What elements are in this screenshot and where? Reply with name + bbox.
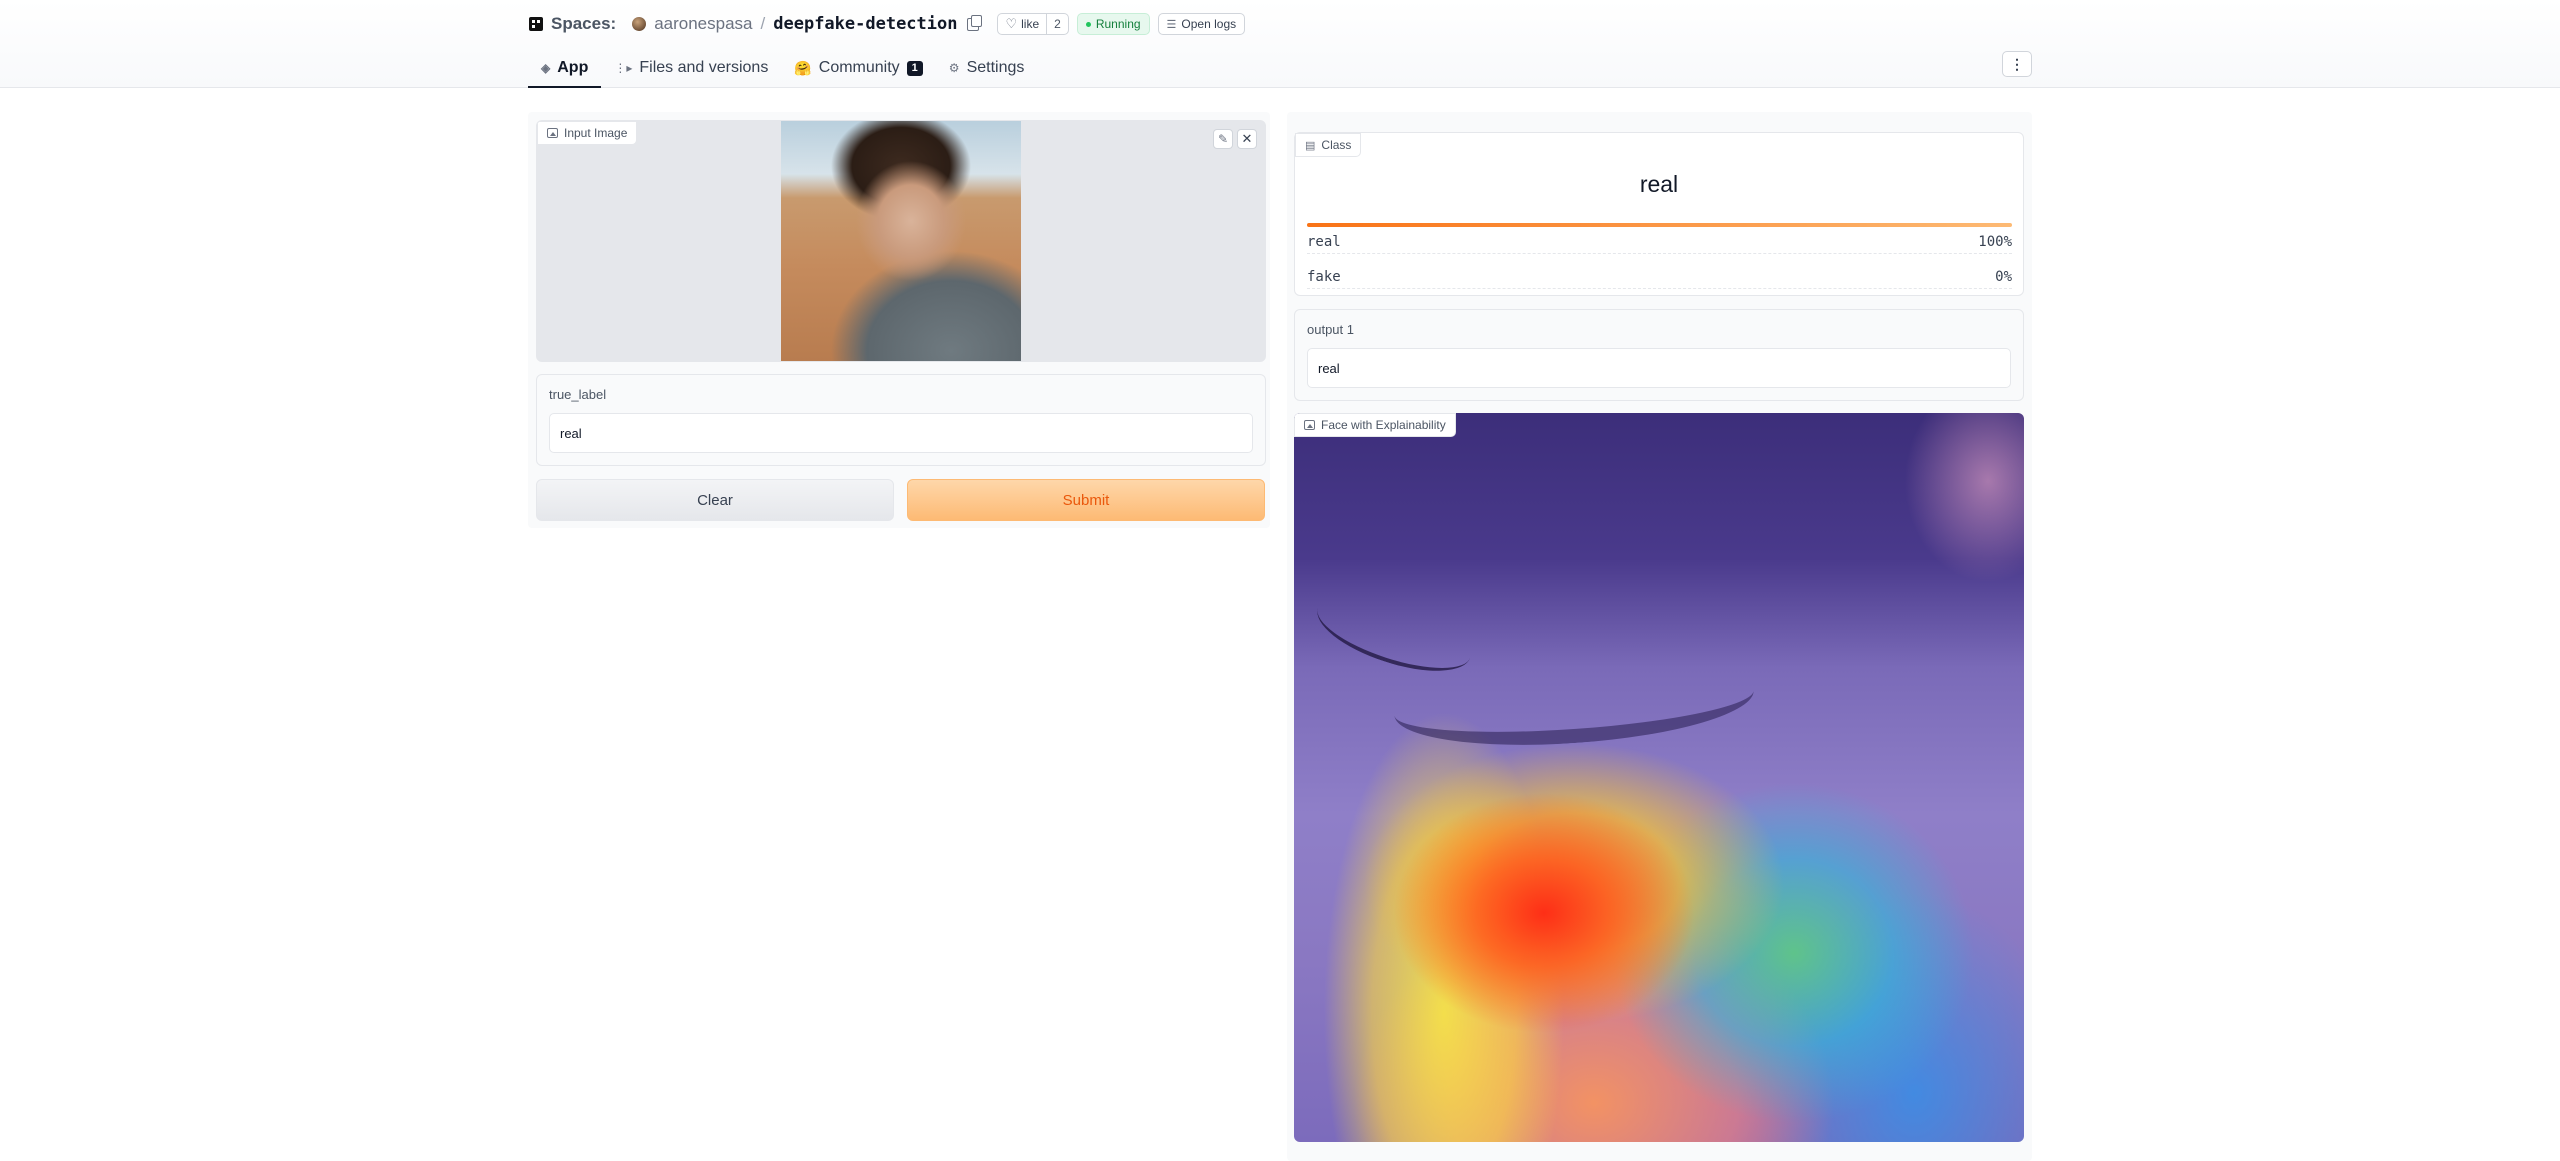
class-label-text: Class — [1321, 138, 1352, 152]
more-options-button[interactable]: ⋮ — [2002, 51, 2032, 77]
predicted-class: real — [1639, 171, 1679, 197]
open-logs-label: Open logs — [1181, 17, 1237, 31]
class-output: ▤ Class real real 100% fake 0% — [1294, 132, 2024, 296]
true-label-label: true_label — [549, 387, 607, 402]
status-dot-icon — [1085, 21, 1091, 27]
confidence-label: fake — [1307, 269, 1341, 285]
community-count-badge: 1 — [906, 60, 923, 76]
image-icon — [1304, 420, 1315, 430]
tab-files-label: Files and versions — [639, 59, 769, 76]
tab-settings-label: Settings — [966, 59, 1025, 76]
copy-icon[interactable] — [967, 14, 983, 31]
like-label: like — [1021, 17, 1040, 31]
close-icon: ✕ — [1241, 131, 1253, 146]
confidence-bar — [1307, 223, 2012, 227]
tab-settings[interactable]: ⚙ Settings — [936, 50, 1038, 88]
files-icon: ⋮▸ — [614, 61, 633, 75]
tab-community[interactable]: 🤗 Community 1 — [781, 50, 935, 88]
tab-files-and-versions[interactable]: ⋮▸ Files and versions — [601, 50, 781, 88]
status-text: Running — [1095, 17, 1141, 31]
class-label: ▤ Class — [1295, 133, 1362, 157]
spaces-logo-icon[interactable] — [529, 17, 543, 31]
heart-icon: ♡ — [1005, 16, 1018, 31]
cube-icon: ◈ — [541, 61, 551, 75]
tab-community-label: Community — [818, 59, 900, 76]
open-logs-button[interactable]: ☰ Open logs — [1157, 13, 1246, 35]
confidence-row: fake 0% — [1307, 269, 2012, 289]
chart-icon: ▤ — [1305, 139, 1316, 152]
explainability-label: Face with Explainability — [1294, 413, 1456, 437]
submit-button[interactable]: Submit — [907, 479, 1265, 521]
true-label-input[interactable]: real — [549, 413, 1253, 453]
status-badge: Running — [1076, 13, 1150, 35]
space-title-row: Spaces: aaronespasa / deepfake-detection… — [529, 12, 1246, 36]
output1-label: output 1 — [1307, 322, 1354, 337]
output1-field: output 1 real — [1294, 309, 2024, 401]
like-count: 2 — [1046, 14, 1068, 34]
gear-icon: ⚙ — [948, 61, 960, 75]
edit-image-button[interactable]: ✎ — [1213, 129, 1233, 149]
logs-icon: ☰ — [1166, 18, 1177, 31]
explainability-heatmap-image: Face with Explainability — [1294, 413, 2024, 1142]
owner-link[interactable]: aaronespasa — [654, 14, 752, 34]
space-tabs: ◈ App ⋮▸ Files and versions 🤗 Community … — [528, 50, 1037, 88]
clear-button[interactable]: Clear — [536, 479, 894, 521]
input-image-label: Input Image — [537, 121, 638, 145]
input-image-dropzone[interactable]: Input Image ✎ ✕ — [536, 120, 1266, 362]
true-label-field: true_label real — [536, 374, 1266, 466]
clear-image-button[interactable]: ✕ — [1237, 129, 1257, 149]
explainability-label-text: Face with Explainability — [1321, 418, 1446, 432]
output1-textbox[interactable]: real — [1307, 348, 2011, 388]
confidence-row: real 100% — [1307, 234, 2012, 254]
tab-app-label: App — [557, 59, 589, 76]
pencil-icon: ✎ — [1217, 132, 1229, 146]
kebab-icon: ⋮ — [2010, 55, 2024, 72]
hug-icon: 🤗 — [794, 59, 812, 76]
repo-name[interactable]: deepfake-detection — [773, 14, 957, 34]
confidence-value: 0% — [1995, 269, 2012, 285]
heatmap-feature — [1904, 413, 2024, 583]
confidence-label: real — [1307, 234, 1341, 250]
input-image-label-text: Input Image — [564, 126, 628, 140]
top-header: Spaces: aaronespasa / deepfake-detection… — [0, 0, 2560, 88]
image-icon — [547, 128, 558, 138]
input-photo — [781, 121, 1021, 361]
owner-avatar[interactable] — [632, 17, 647, 31]
tab-app[interactable]: ◈ App — [528, 50, 602, 88]
like-button[interactable]: ♡ like 2 — [997, 13, 1069, 35]
path-separator: / — [760, 14, 766, 33]
confidence-value: 100% — [1978, 234, 2012, 250]
spaces-link[interactable]: Spaces: — [551, 14, 616, 34]
